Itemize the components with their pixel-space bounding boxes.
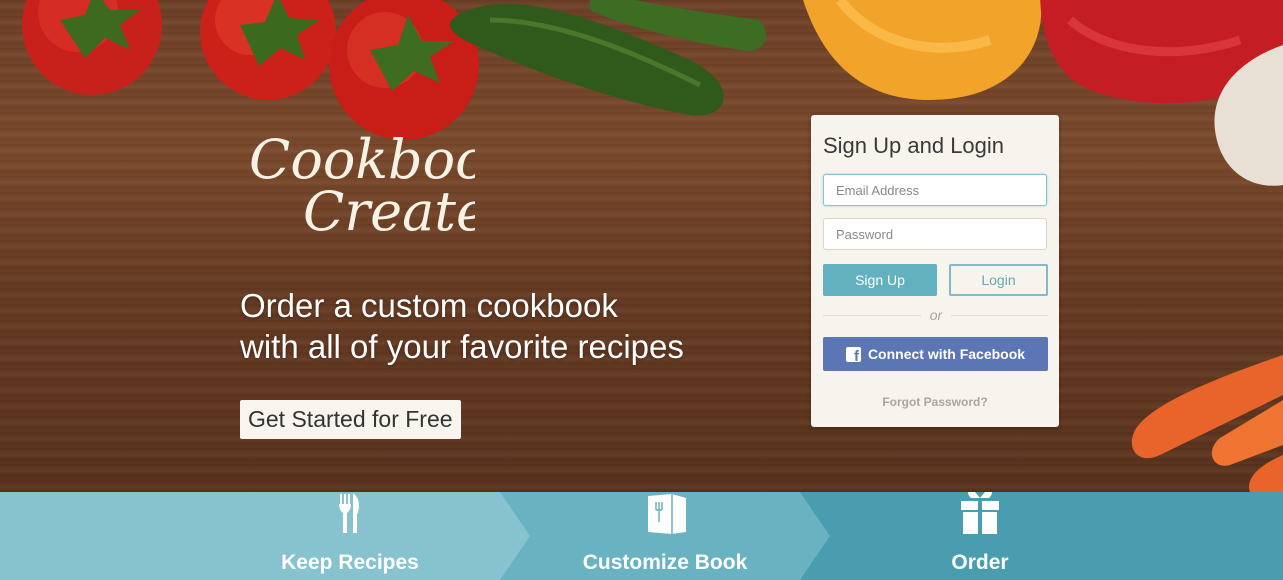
tagline-line-2: with all of your favorite recipes	[240, 328, 684, 365]
tagline-line-1: Order a custom cookbook	[240, 287, 618, 324]
steps-bar: Keep Recipes Customize Book Order	[0, 492, 1283, 580]
step-order: Order	[850, 492, 1110, 580]
facebook-button-label: Connect with Facebook	[867, 346, 1026, 362]
cookbook-create-logo: Cookbook Create	[249, 128, 475, 243]
step-keep-recipes: Keep Recipes	[220, 492, 480, 580]
signup-login-panel: Sign Up and Login Sign Up Login or f Con…	[811, 115, 1059, 427]
step-label: Order	[951, 551, 1009, 574]
login-button[interactable]: Login	[949, 264, 1048, 296]
hero-tagline: Order a custom cookbook with all of your…	[240, 285, 684, 367]
gift-icon	[961, 492, 999, 534]
email-field[interactable]	[823, 174, 1047, 206]
password-field[interactable]	[823, 218, 1047, 250]
step-label: Customize Book	[582, 551, 748, 574]
panel-title: Sign Up and Login	[823, 133, 1005, 158]
vegetables-background-image	[22, 0, 1283, 492]
svg-text:Create: Create	[303, 180, 475, 243]
hero-section: Cookbook Create Order a custom cookbook …	[0, 0, 1283, 492]
fork-knife-icon	[339, 494, 359, 533]
book-icon	[648, 494, 686, 534]
facebook-icon: f	[845, 346, 861, 364]
sign-up-button[interactable]: Sign Up	[823, 264, 937, 296]
step-label: Keep Recipes	[281, 551, 419, 574]
or-separator: or	[921, 307, 951, 323]
step-customize-book: Customize Book	[535, 492, 795, 580]
get-started-button[interactable]: Get Started for Free	[240, 400, 461, 439]
connect-facebook-button[interactable]: f Connect with Facebook	[823, 337, 1048, 371]
forgot-password-link[interactable]: Forgot Password?	[811, 395, 1059, 409]
